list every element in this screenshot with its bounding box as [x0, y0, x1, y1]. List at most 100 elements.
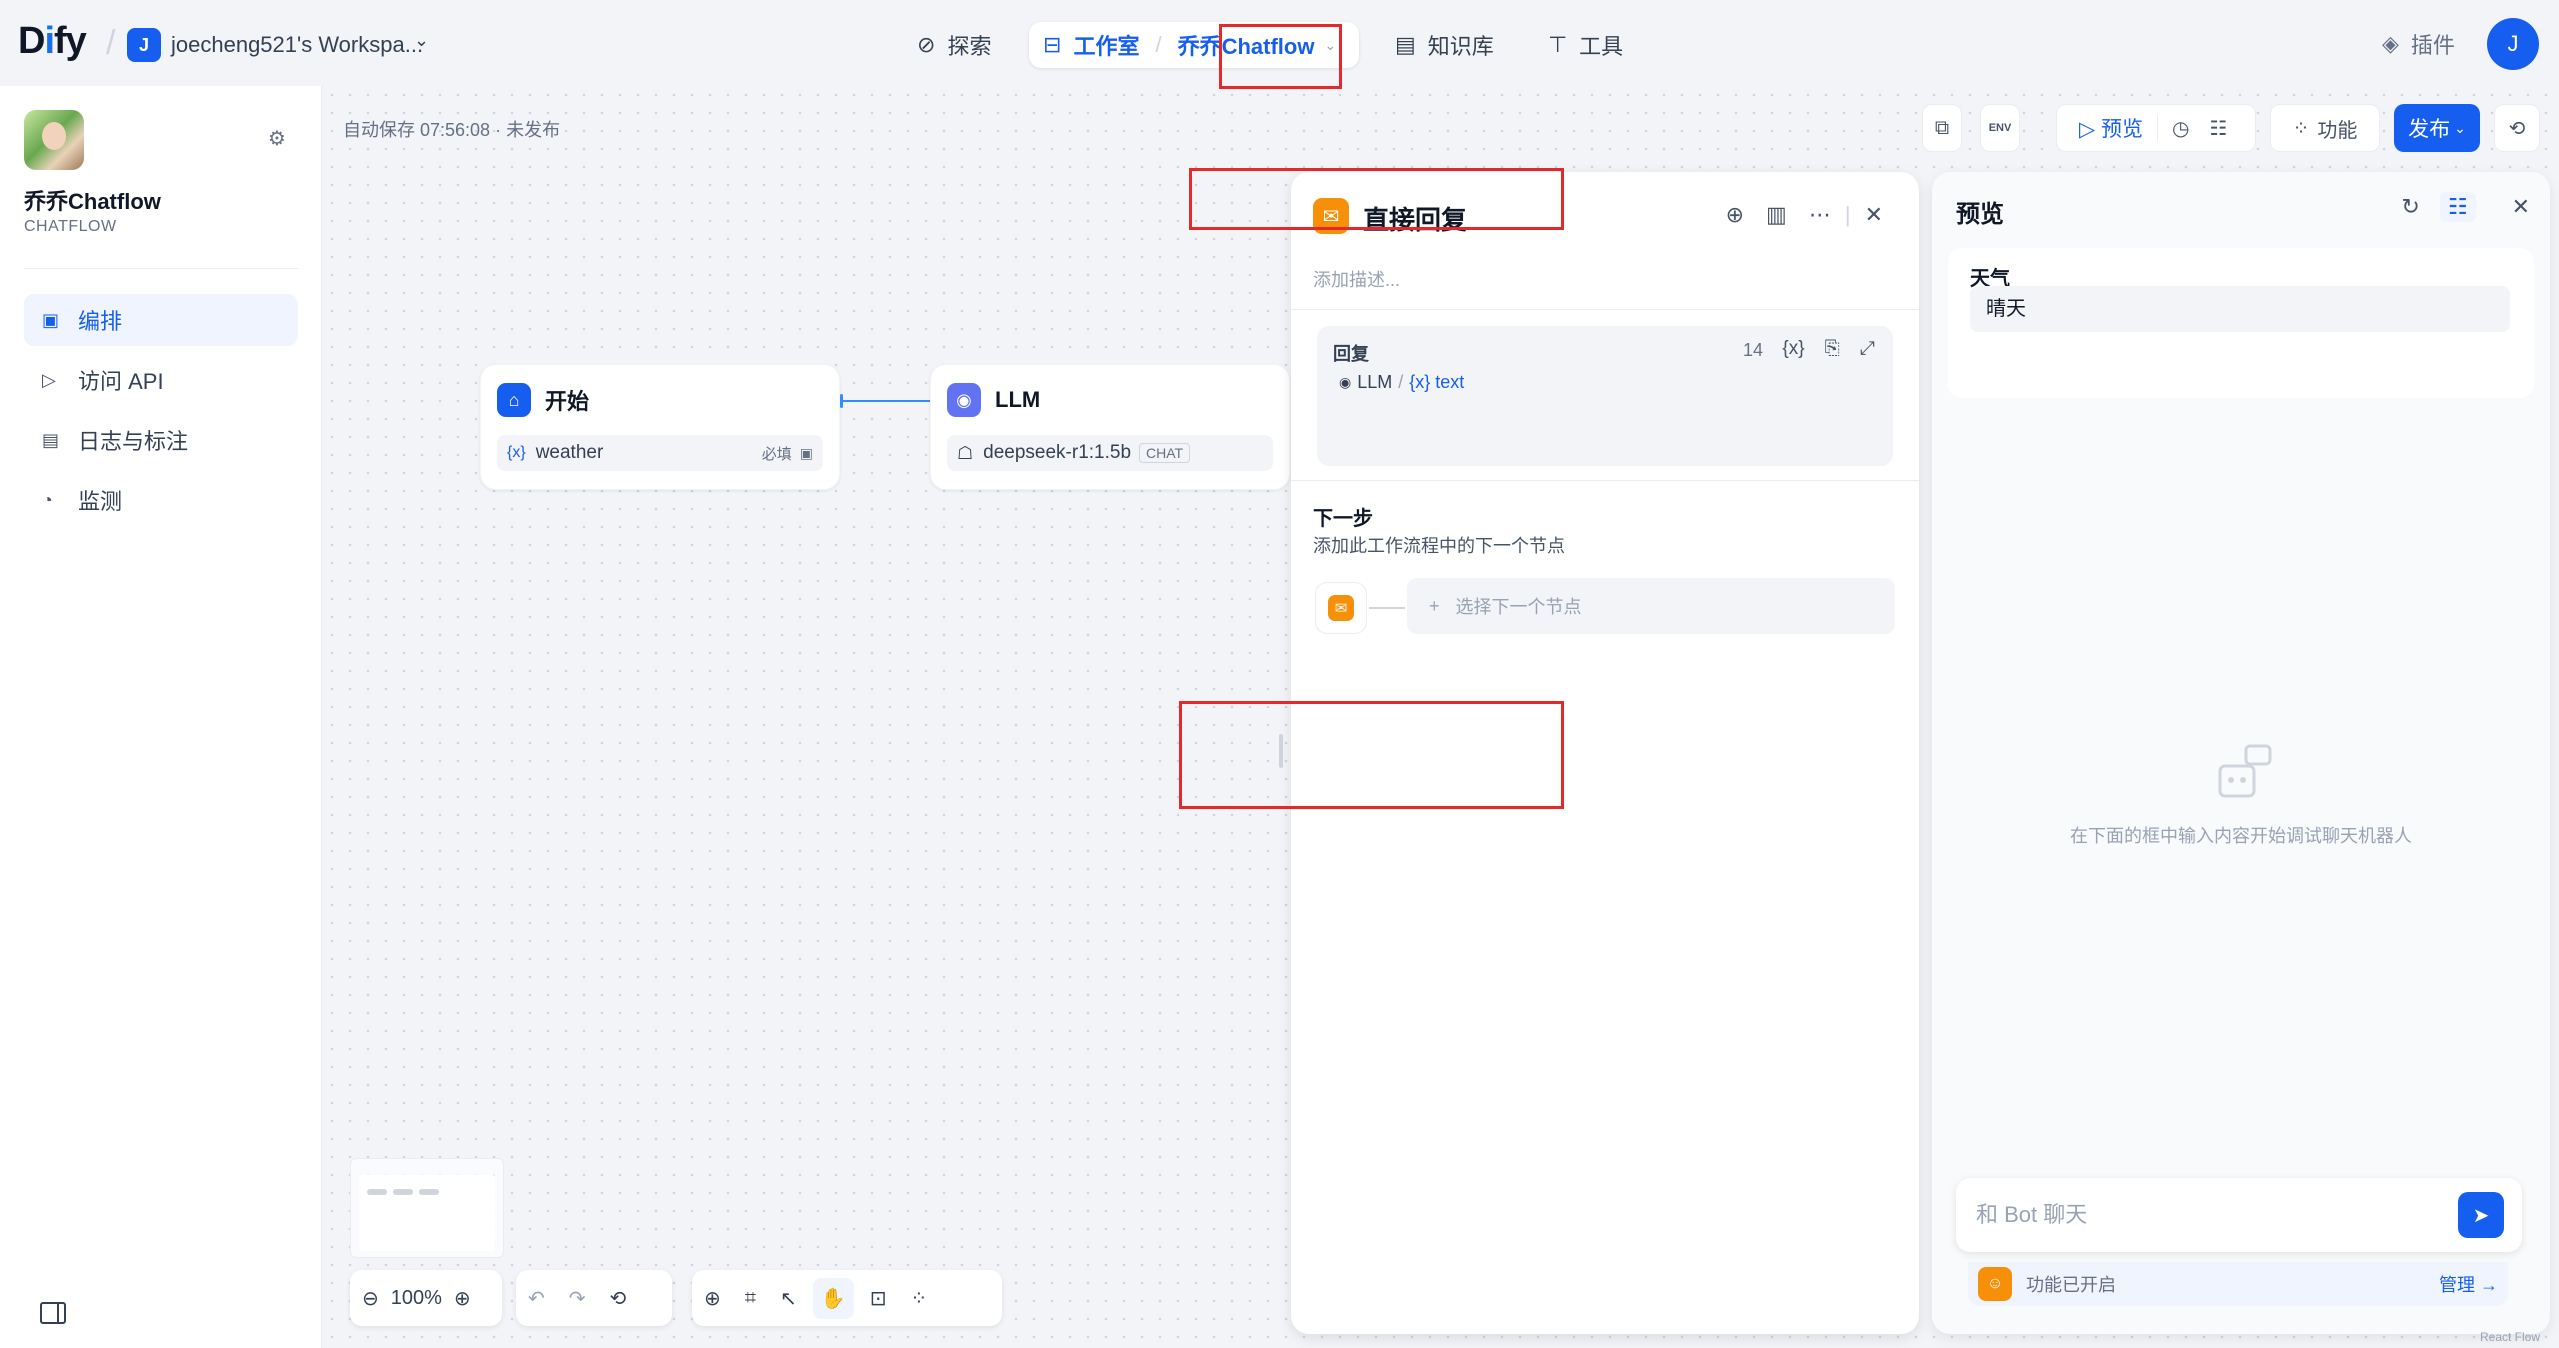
preview-toolbar-group: ▷ 预览 ◷ ☷: [2056, 104, 2256, 152]
reply-editor[interactable]: 回复 14 {x} ⎘ ⤢ ◉ LLM / {x} text: [1317, 326, 1893, 466]
nav-knowledge[interactable]: ▤ 知识库: [1395, 22, 1494, 68]
annotation-box: [1179, 701, 1564, 809]
minimap-node: [393, 1189, 413, 1195]
layout-icon: ▣: [42, 309, 60, 330]
node-start[interactable]: ⌂ 开始 {x} weather 必填 ▣: [480, 364, 840, 490]
sidebar-item-monitor[interactable]: ◔ 监测: [24, 474, 298, 526]
zoom-level[interactable]: 100%: [391, 1287, 442, 1310]
hand-icon[interactable]: ✋: [812, 1277, 854, 1319]
nav-knowledge-label: 知识库: [1427, 34, 1494, 59]
checklist-button[interactable]: ⧉: [1922, 104, 1962, 152]
hammer-icon: ⊤: [1548, 32, 1568, 57]
close-icon[interactable]: ✕: [2512, 194, 2530, 220]
run-history-icon[interactable]: ◷: [2172, 116, 2189, 141]
plugins-button[interactable]: ◈ 插件: [2382, 28, 2455, 60]
home-icon: ⌂: [497, 383, 531, 417]
app-avatar: [24, 110, 84, 170]
sidebar-item-api[interactable]: ▷ 访问 API: [24, 354, 298, 406]
version-history-button[interactable]: ⟲: [2494, 104, 2540, 152]
reply-variable-chip[interactable]: ◉ LLM / {x} text: [1339, 372, 1464, 393]
minimap[interactable]: [350, 1158, 504, 1258]
export-image-icon[interactable]: ⊡: [870, 1286, 887, 1311]
nav-studio-label: 工作室: [1073, 34, 1140, 59]
history-icon: ⟲: [2508, 117, 2526, 140]
run-step-icon[interactable]: ⊕: [1726, 202, 1744, 228]
copy-icon[interactable]: ⎘: [1825, 338, 1840, 360]
model-name: deepseek-r1:1.5b: [983, 442, 1132, 463]
sidebar-item-label: 编排: [78, 309, 123, 334]
history-controls: ↶ ↷ ⟲: [516, 1270, 672, 1326]
reply-node-icon: ✉: [1328, 595, 1354, 621]
node-llm[interactable]: ◉ LLM ☖ deepseek-r1:1.5b CHAT: [930, 364, 1290, 490]
undo-icon[interactable]: ↶: [528, 1286, 545, 1311]
publish-button[interactable]: 发布 ⌄: [2394, 104, 2480, 152]
react-flow-attribution[interactable]: React Flow: [2480, 1330, 2540, 1344]
dify-logo[interactable]: Dify: [18, 20, 87, 63]
brain-icon: ◉: [1339, 374, 1352, 390]
features-bar: ☺ 功能已开启 管理 →: [1968, 1262, 2508, 1306]
pointer-icon[interactable]: ↖: [780, 1286, 797, 1311]
preview-actions: ↻ ☷ ✕: [2381, 192, 2530, 222]
workspace-avatar[interactable]: J: [127, 28, 161, 62]
chat-input-box: ➤: [1956, 1178, 2522, 1252]
user-avatar[interactable]: J: [2487, 18, 2539, 70]
organize-icon[interactable]: ⁘: [910, 1286, 927, 1311]
redo-icon[interactable]: ↷: [569, 1286, 586, 1311]
nav-tools[interactable]: ⊤ 工具: [1548, 22, 1623, 68]
autosave-status: 自动保存 07:56:08 · 未发布: [343, 120, 561, 140]
expand-icon[interactable]: ⤢: [1860, 338, 1875, 360]
env-button[interactable]: ENV: [1980, 104, 2020, 152]
add-note-icon[interactable]: ⌗: [745, 1287, 756, 1310]
app-type: CHATFLOW: [24, 218, 117, 235]
book-open-icon[interactable]: ▥: [1766, 202, 1787, 228]
features-button[interactable]: ⁘ 功能: [2270, 104, 2380, 152]
divider: |: [1844, 202, 1851, 227]
sidebar-item-label: 日志与标注: [78, 429, 189, 454]
breadcrumb-separator: /: [106, 24, 116, 62]
preview-button[interactable]: ▷ 预览: [2057, 113, 2143, 143]
send-button[interactable]: ➤: [2458, 1192, 2504, 1238]
select-next-node-button[interactable]: + 选择下一个节点: [1407, 578, 1895, 634]
node-start-label: 开始: [545, 389, 590, 414]
nav-explore[interactable]: ⊘ 探索: [917, 22, 991, 68]
history-icon[interactable]: ⟲: [610, 1286, 627, 1311]
empty-state-text: 在下面的框中输入内容开始调试聊天机器人: [2070, 826, 2412, 846]
add-node-icon[interactable]: ⊕: [704, 1286, 721, 1311]
weather-input[interactable]: 晴天: [1970, 286, 2510, 332]
sidebar-item-logs[interactable]: ▤ 日志与标注: [24, 414, 298, 466]
send-icon: ➤: [2472, 1204, 2490, 1227]
checklist-icon[interactable]: ☷: [2209, 116, 2227, 141]
restart-icon[interactable]: ↻: [2401, 194, 2419, 220]
chatbot-empty-icon: [2218, 744, 2272, 798]
settings-icon[interactable]: ⚙: [268, 126, 286, 151]
llm-model-row: ☖ deepseek-r1:1.5b CHAT: [947, 435, 1273, 471]
features-label: 功能: [2317, 119, 2358, 142]
divider: [1291, 480, 1919, 481]
description-input[interactable]: 添加描述...: [1313, 266, 1400, 292]
sidebar-toggle-icon[interactable]: [40, 1302, 66, 1324]
chevron-down-icon[interactable]: ⌄: [414, 30, 429, 51]
chip-separator: /: [1398, 372, 1404, 392]
variables-toggle-icon[interactable]: ☷: [2439, 192, 2476, 222]
node-llm-title: ◉ LLM: [947, 383, 1040, 417]
features-status: 功能已开启: [2026, 1275, 2116, 1295]
workspace-name[interactable]: joecheng521's Workspa...: [171, 32, 423, 58]
terminal-icon: ▷: [42, 369, 56, 390]
edit-check-icon: ⧉: [1934, 116, 1950, 139]
preview-title: 预览: [1956, 201, 2004, 228]
zoom-out-icon[interactable]: ⊖: [362, 1286, 379, 1311]
close-icon[interactable]: ✕: [1865, 202, 1883, 228]
cube-icon: ◈: [2382, 31, 2399, 56]
sidebar-item-orchestrate[interactable]: ▣ 编排: [24, 294, 298, 346]
select-next-node-label: 选择下一个节点: [1455, 597, 1582, 617]
edge-start-llm: [840, 400, 932, 402]
grid-icon: ⁘: [2292, 117, 2310, 140]
zoom-in-icon[interactable]: ⊕: [454, 1286, 471, 1311]
chevron-down-icon: ⌄: [2454, 119, 2466, 136]
current-node-thumb: ✉: [1315, 582, 1367, 634]
more-icon[interactable]: ⋯: [1809, 202, 1831, 228]
manage-link[interactable]: 管理 →: [2439, 1271, 2498, 1297]
insert-variable-icon[interactable]: {x}: [1782, 338, 1804, 360]
robot-icon: ⊟: [1043, 32, 1062, 57]
chat-input[interactable]: [1976, 1178, 2436, 1252]
